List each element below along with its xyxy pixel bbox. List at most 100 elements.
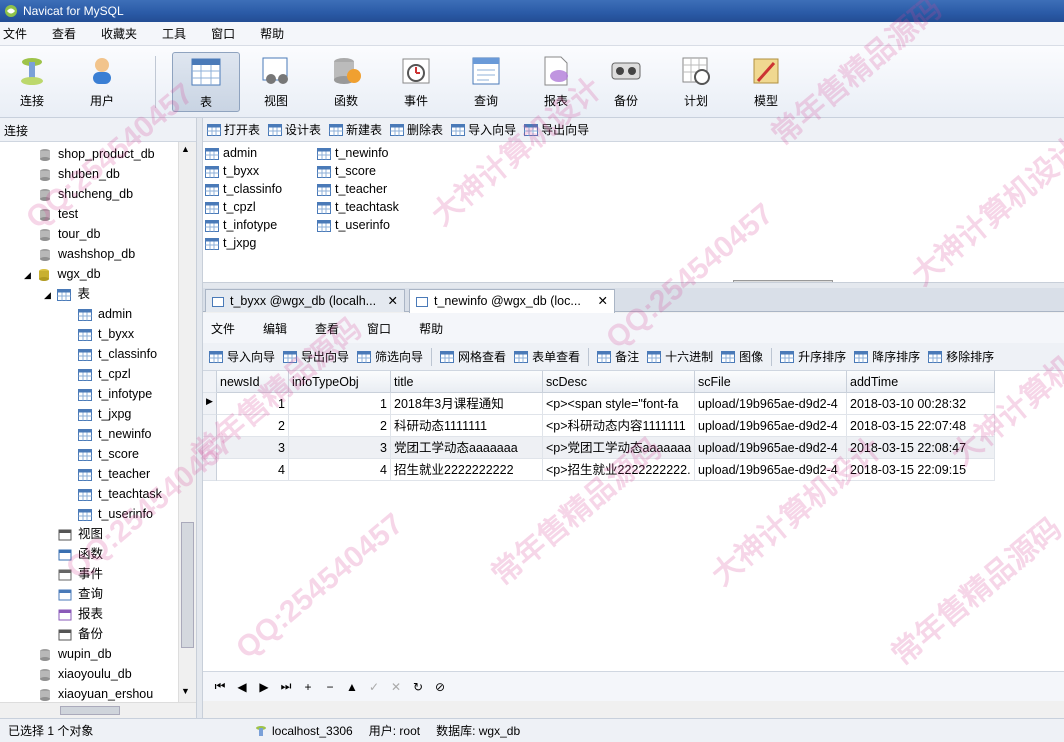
tree-database-item[interactable]: shucheng_db <box>38 184 133 204</box>
close-icon[interactable]: ✕ <box>598 290 608 312</box>
vertical-splitter[interactable] <box>196 118 203 718</box>
table-cell[interactable]: 1 <box>289 393 391 415</box>
scroll-up-arrow[interactable]: ▲ <box>181 144 190 154</box>
row-indicator[interactable] <box>203 415 217 437</box>
row-indicator[interactable] <box>203 437 217 459</box>
table-cell[interactable]: 3 <box>289 437 391 459</box>
tree-table-item[interactable]: t_score <box>78 444 139 464</box>
table-cell[interactable]: upload/19b965ae-d9d2-4 <box>695 415 847 437</box>
object-list-item[interactable]: t_classinfo <box>205 180 282 198</box>
editor-toolbar-button[interactable]: 导出向导 <box>283 348 349 365</box>
tree-database-item[interactable]: xiaoyoulu_db <box>38 664 132 684</box>
object-list-item[interactable]: t_teachtask <box>317 198 399 216</box>
object-toolbar-button[interactable]: 导入向导 <box>451 121 516 138</box>
editor-toolbar-button[interactable]: 网格查看 <box>440 348 506 365</box>
toolbar-report-button[interactable]: 报表 <box>526 52 586 112</box>
toolbar-table-button[interactable]: 表 <box>172 52 240 112</box>
editor-toolbar-button[interactable]: 图像 <box>721 348 763 365</box>
tree-database-item[interactable]: test <box>38 204 78 224</box>
tree-table-item[interactable]: t_newinfo <box>78 424 152 444</box>
table-cell[interactable]: 4 <box>289 459 391 481</box>
stop-icon[interactable]: ⊘ <box>429 680 451 694</box>
tree-table-item[interactable]: t_byxx <box>78 324 134 344</box>
sidebar-vertical-scrollbar[interactable]: ▲ ▼ <box>178 142 196 702</box>
tree-table-item[interactable]: admin <box>78 304 132 324</box>
tree-database-item-open[interactable]: ◢ wgx_db <box>24 264 101 284</box>
table-cell[interactable]: <p><span style="font-fa <box>543 393 695 415</box>
tree-object-node[interactable]: 报表 <box>58 604 103 624</box>
object-list-item[interactable]: t_newinfo <box>317 144 389 162</box>
scroll-thumb[interactable] <box>181 522 194 648</box>
row-indicator[interactable] <box>203 459 217 481</box>
editor-menu-window[interactable]: 窗口 <box>367 320 391 337</box>
tree-object-node[interactable]: 事件 <box>58 564 103 584</box>
tree-table-item[interactable]: t_teacher <box>78 464 150 484</box>
object-list-item[interactable]: admin <box>205 144 257 162</box>
object-list-item[interactable]: t_cpzl <box>205 198 256 216</box>
tree-database-item[interactable]: shop_product_db <box>38 144 155 164</box>
tree-object-node[interactable]: 函数 <box>58 544 103 564</box>
table-cell[interactable]: 招生就业2222222222 <box>391 459 543 481</box>
column-header[interactable]: scDesc <box>543 371 695 393</box>
scroll-down-arrow[interactable]: ▼ <box>181 686 190 696</box>
table-cell[interactable]: upload/19b965ae-d9d2-4 <box>695 437 847 459</box>
menu-view[interactable]: 查看 <box>49 25 88 42</box>
menu-favorites[interactable]: 收藏夹 <box>98 25 149 42</box>
prev-record-icon[interactable]: ◀ <box>231 680 253 694</box>
tree-table-item[interactable]: t_jxpg <box>78 404 131 424</box>
toolbar-query-button[interactable]: 查询 <box>456 52 516 112</box>
tree-table-item[interactable]: t_userinfo <box>78 504 153 524</box>
menu-file[interactable]: 文件 <box>0 25 39 42</box>
last-record-icon[interactable]: ⏭ <box>275 679 297 694</box>
toolbar-event-button[interactable]: 事件 <box>386 52 446 112</box>
menu-help[interactable]: 帮助 <box>257 25 296 42</box>
tree-table-item[interactable]: t_cpzl <box>78 364 131 384</box>
table-cell[interactable]: 科研动态1111111 <box>391 415 543 437</box>
tree-tables-node[interactable]: ◢ 表 <box>44 284 90 304</box>
editor-toolbar-button[interactable]: 降序排序 <box>854 348 920 365</box>
tree-object-node[interactable]: 查询 <box>58 584 103 604</box>
toolbar-user-button[interactable]: 用户 <box>72 52 132 112</box>
scroll-thumb[interactable] <box>60 706 120 715</box>
first-record-icon[interactable]: ⏮ <box>209 679 231 694</box>
cancel-icon[interactable]: ✕ <box>385 680 407 694</box>
tree-object-node[interactable]: 视图 <box>58 524 103 544</box>
object-toolbar-button[interactable]: 新建表 <box>329 121 382 138</box>
editor-menu-edit[interactable]: 编辑 <box>263 320 287 337</box>
table-cell[interactable]: 2018-03-15 22:07:48 <box>847 415 995 437</box>
column-header[interactable]: title <box>391 371 543 393</box>
expand-arrow-icon[interactable]: ◢ <box>24 265 34 285</box>
tree-database-item[interactable]: shuben_db <box>38 164 120 184</box>
table-cell[interactable]: <p>科研动态内容1111111 <box>543 415 695 437</box>
editor-toolbar-button[interactable]: 移除排序 <box>928 348 994 365</box>
table-cell[interactable]: 2018-03-15 22:09:15 <box>847 459 995 481</box>
menu-tools[interactable]: 工具 <box>159 25 198 42</box>
table-cell[interactable]: upload/19b965ae-d9d2-4 <box>695 459 847 481</box>
table-cell[interactable]: 2018年3月课程通知 <box>391 393 543 415</box>
delete-record-icon[interactable]: − <box>319 680 341 694</box>
close-icon[interactable]: ✕ <box>388 290 398 312</box>
editor-menu-file[interactable]: 文件 <box>211 320 235 337</box>
menu-window[interactable]: 窗口 <box>208 25 247 42</box>
editor-toolbar-button[interactable]: 升序排序 <box>780 348 846 365</box>
table-cell[interactable]: 2018-03-10 00:28:32 <box>847 393 995 415</box>
table-cell[interactable]: 2 <box>217 415 289 437</box>
object-list-item[interactable]: t_score <box>317 162 376 180</box>
next-record-icon[interactable]: ▶ <box>253 680 275 694</box>
column-header[interactable]: newsId <box>217 371 289 393</box>
table-cell[interactable]: 2 <box>289 415 391 437</box>
object-list-item[interactable]: t_jxpg <box>205 234 256 252</box>
toolbar-connection-button[interactable]: 连接 <box>2 52 62 112</box>
confirm-icon[interactable]: ✓ <box>363 680 385 694</box>
add-record-icon[interactable]: + <box>297 680 319 694</box>
object-list-item[interactable]: t_userinfo <box>317 216 390 234</box>
toolbar-schedule-button[interactable]: 计划 <box>666 52 726 112</box>
tree-table-item[interactable]: t_classinfo <box>78 344 157 364</box>
editor-menu-view[interactable]: 查看 <box>315 320 339 337</box>
tree-database-item[interactable]: tour_db <box>38 224 100 244</box>
editor-menu-help[interactable]: 帮助 <box>419 320 443 337</box>
tree-object-node[interactable]: 备份 <box>58 624 103 644</box>
column-header[interactable]: infoTypeObj <box>289 371 391 393</box>
toolbar-model-button[interactable]: 模型 <box>736 52 796 112</box>
tab-t-byxx[interactable]: t_byxx @wgx_db (localh... ✕ <box>205 289 405 312</box>
